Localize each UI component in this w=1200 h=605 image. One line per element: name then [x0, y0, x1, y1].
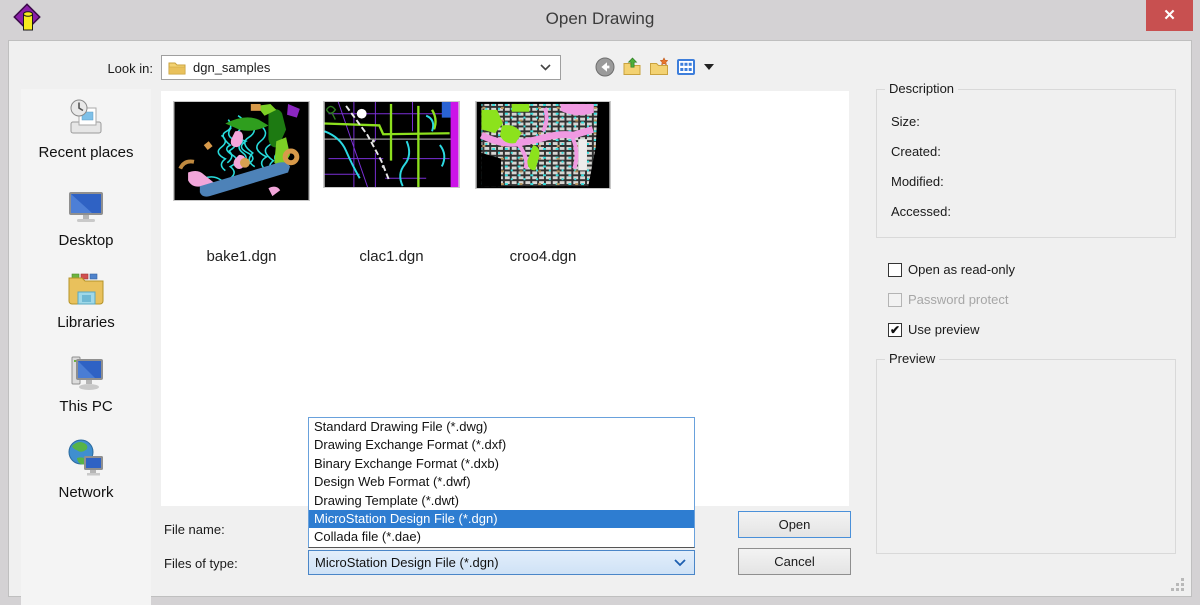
- look-in-combobox[interactable]: dgn_samples: [161, 55, 561, 80]
- description-legend: Description: [885, 81, 958, 96]
- filetype-option[interactable]: Drawing Exchange Format (*.dxf): [309, 436, 694, 454]
- accessed-field-label: Accessed:: [891, 204, 951, 219]
- new-folder-icon[interactable]: [649, 57, 669, 77]
- file-name-label: croo4.dgn: [475, 248, 611, 265]
- open-button[interactable]: Open: [738, 511, 851, 538]
- libraries-icon: [64, 267, 108, 311]
- title-bar: Open Drawing ✕: [0, 0, 1200, 40]
- file-item-clac1[interactable]: clac1.dgn: [323, 101, 460, 271]
- modified-field-label: Modified:: [891, 174, 944, 189]
- dialog-title: Open Drawing: [0, 9, 1200, 29]
- dialog-toolbar: [595, 57, 714, 77]
- back-icon[interactable]: [595, 57, 615, 77]
- look-in-value: dgn_samples: [193, 60, 540, 75]
- sidebar-item-network[interactable]: Network: [21, 437, 151, 501]
- files-of-type-combobox[interactable]: MicroStation Design File (*.dgn): [308, 550, 695, 575]
- cancel-button[interactable]: Cancel: [738, 548, 851, 575]
- file-thumbnail-clac1: [323, 101, 460, 188]
- views-menu-icon[interactable]: [676, 57, 696, 77]
- folder-icon: [168, 61, 186, 75]
- network-icon: [64, 437, 108, 481]
- file-item-croo4[interactable]: croo4.dgn: [475, 101, 611, 271]
- files-of-type-dropdown-list: Standard Drawing File (*.dwg) Drawing Ex…: [308, 417, 695, 548]
- size-field-label: Size:: [891, 114, 920, 129]
- sidebar-item-desktop[interactable]: Desktop: [21, 185, 151, 249]
- chevron-down-icon: [540, 64, 551, 71]
- recent-places-icon: [64, 97, 108, 141]
- sidebar-item-libraries[interactable]: Libraries: [21, 267, 151, 331]
- file-name-row-label: File name:: [164, 522, 225, 537]
- preview-groupbox: Preview: [876, 359, 1176, 554]
- views-menu-caret-icon[interactable]: [704, 64, 714, 70]
- filetype-option[interactable]: Collada file (*.dae): [309, 528, 694, 546]
- file-item-bake1[interactable]: bake1.dgn: [173, 101, 310, 271]
- files-of-type-value: MicroStation Design File (*.dgn): [315, 555, 674, 570]
- filetype-option[interactable]: Standard Drawing File (*.dwg): [309, 418, 694, 436]
- chevron-down-icon: [674, 559, 686, 567]
- close-button[interactable]: ✕: [1146, 0, 1193, 31]
- file-name-label: clac1.dgn: [323, 248, 460, 265]
- up-one-level-icon[interactable]: [622, 57, 642, 77]
- checkbox-box: ✔: [888, 323, 902, 337]
- filetype-option[interactable]: MicroStation Design File (*.dgn): [309, 510, 694, 528]
- this-pc-icon: [64, 351, 108, 395]
- sidebar-item-recent-places[interactable]: Recent places: [21, 97, 151, 161]
- use-preview-checkbox[interactable]: ✔ Use preview: [888, 321, 980, 338]
- files-of-type-row-label: Files of type:: [164, 556, 238, 571]
- description-groupbox: Description Size: Created: Modified: Acc…: [876, 89, 1176, 238]
- sidebar-item-this-pc[interactable]: This PC: [21, 351, 151, 415]
- places-bar: Recent places Desktop: [21, 89, 151, 605]
- dialog-body: Look in: dgn_samples: [8, 40, 1192, 597]
- preview-legend: Preview: [885, 351, 939, 366]
- desktop-icon: [64, 185, 108, 229]
- file-thumbnail-bake1: [173, 101, 310, 201]
- open-drawing-dialog: Open Drawing ✕ Look in: dgn_samples: [0, 0, 1200, 605]
- password-protect-checkbox: Password protect: [888, 291, 1008, 308]
- filetype-option[interactable]: Binary Exchange Format (*.dxb): [309, 455, 694, 473]
- resize-grip[interactable]: [1171, 578, 1185, 592]
- open-as-read-only-checkbox[interactable]: Open as read-only: [888, 261, 1015, 278]
- file-thumbnail-croo4: [475, 101, 611, 189]
- file-name-label: bake1.dgn: [173, 248, 310, 265]
- filetype-option[interactable]: Design Web Format (*.dwf): [309, 473, 694, 491]
- checkbox-box: [888, 293, 902, 307]
- created-field-label: Created:: [891, 144, 941, 159]
- checkbox-box: [888, 263, 902, 277]
- look-in-label: Look in:: [87, 61, 153, 76]
- filetype-option[interactable]: Drawing Template (*.dwt): [309, 492, 694, 510]
